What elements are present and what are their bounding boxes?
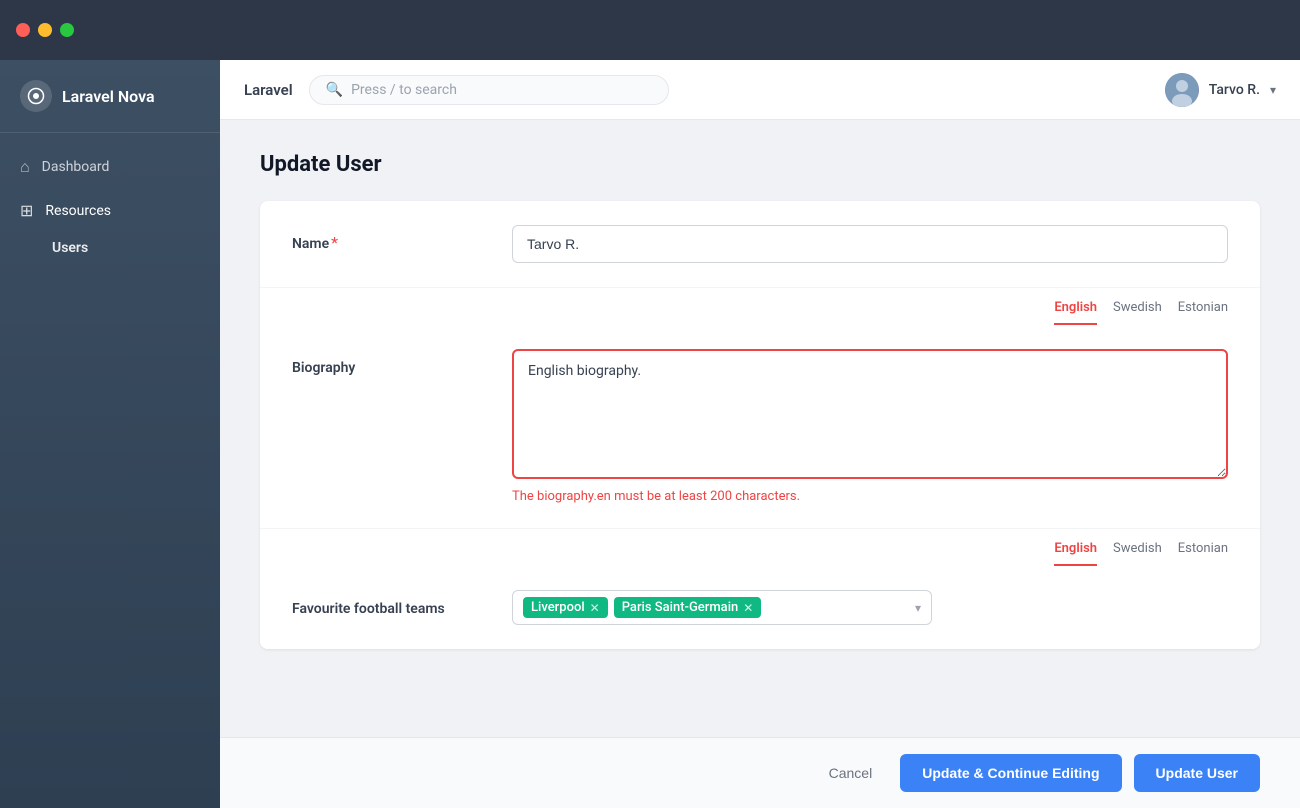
- bio-lang-tab-english[interactable]: English: [1054, 300, 1097, 325]
- app-name: Laravel: [244, 81, 293, 99]
- teams-lang-tab-swedish[interactable]: Swedish: [1113, 541, 1162, 566]
- content-area: Update User Name* English Swedish: [220, 120, 1300, 737]
- page-title: Update User: [260, 152, 1260, 177]
- teams-label: Favourite football teams: [292, 601, 445, 617]
- action-bar: Cancel Update & Continue Editing Update …: [220, 737, 1300, 808]
- cancel-button[interactable]: Cancel: [813, 755, 889, 791]
- teams-field-col: Liverpool ✕ Paris Saint-Germain ✕ ▾: [512, 590, 1228, 625]
- sidebar-logo[interactable]: Laravel Nova: [0, 60, 220, 133]
- minimize-button[interactable]: [38, 23, 52, 37]
- maximize-button[interactable]: [60, 23, 74, 37]
- logo-text: Laravel Nova: [62, 87, 155, 106]
- update-button[interactable]: Update User: [1134, 754, 1260, 792]
- biography-textarea[interactable]: English biography.: [512, 349, 1228, 479]
- sidebar-item-users[interactable]: Users: [52, 232, 220, 264]
- search-bar[interactable]: 🔍 Press / to search: [309, 75, 669, 105]
- search-placeholder: Press / to search: [351, 82, 457, 98]
- tag-psg-label: Paris Saint-Germain: [622, 600, 739, 615]
- name-input[interactable]: [512, 225, 1228, 263]
- sidebar-item-label-dashboard: Dashboard: [42, 159, 110, 175]
- tags-dropdown-icon[interactable]: ▾: [915, 601, 921, 615]
- grid-icon: ⊞: [20, 201, 33, 220]
- biography-error: The biography.en must be at least 200 ch…: [512, 489, 1228, 504]
- form-row-teams: Favourite football teams Liverpool ✕ Par…: [260, 566, 1260, 649]
- form-card: Name* English Swedish Estonian: [260, 201, 1260, 649]
- chevron-down-icon: ▾: [1270, 83, 1276, 97]
- sidebar-item-label-resources: Resources: [45, 203, 111, 219]
- name-required: *: [331, 233, 338, 252]
- form-row-name: Name*: [260, 201, 1260, 288]
- teams-lang-tab-estonian[interactable]: Estonian: [1178, 541, 1228, 566]
- sidebar-item-dashboard[interactable]: ⌂ Dashboard: [0, 145, 220, 189]
- app-container: Laravel Nova ⌂ Dashboard ⊞ Resources Use…: [0, 60, 1300, 808]
- tag-liverpool: Liverpool ✕: [523, 597, 608, 618]
- sidebar-sub-nav: Users: [0, 232, 220, 264]
- form-row-biography: Biography English biography. The biograp…: [260, 325, 1260, 529]
- traffic-lights: [16, 23, 74, 37]
- teams-input[interactable]: Liverpool ✕ Paris Saint-Germain ✕ ▾: [512, 590, 932, 625]
- name-field-col: [512, 225, 1228, 263]
- tag-liverpool-remove[interactable]: ✕: [590, 602, 600, 614]
- name-label: Name: [292, 236, 329, 252]
- bio-lang-tab-estonian[interactable]: Estonian: [1178, 300, 1228, 325]
- sidebar-nav: ⌂ Dashboard ⊞ Resources Users: [0, 133, 220, 276]
- tag-psg-remove[interactable]: ✕: [743, 602, 753, 614]
- teams-lang-tab-english[interactable]: English: [1054, 541, 1097, 566]
- sidebar: Laravel Nova ⌂ Dashboard ⊞ Resources Use…: [0, 60, 220, 808]
- update-continue-button[interactable]: Update & Continue Editing: [900, 754, 1121, 792]
- sidebar-sub-item-label-users: Users: [52, 240, 88, 256]
- biography-field-col: English biography. The biography.en must…: [512, 349, 1228, 504]
- biography-lang-tabs: English Swedish Estonian: [260, 288, 1260, 325]
- topbar: Laravel 🔍 Press / to search Tarvo R. ▾: [220, 60, 1300, 120]
- tag-liverpool-label: Liverpool: [531, 600, 585, 615]
- teams-lang-tabs: English Swedish Estonian: [260, 529, 1260, 566]
- search-icon: 🔍: [326, 82, 343, 98]
- biography-label: Biography: [292, 360, 355, 376]
- sidebar-item-resources[interactable]: ⊞ Resources: [0, 189, 220, 232]
- tag-psg: Paris Saint-Germain ✕: [614, 597, 762, 618]
- biography-section: English Swedish Estonian Biography Engli…: [260, 288, 1260, 529]
- avatar: [1165, 73, 1199, 107]
- teams-label-col: Favourite football teams: [292, 590, 512, 617]
- titlebar: [0, 0, 1300, 60]
- main-content: Laravel 🔍 Press / to search Tarvo R. ▾: [220, 60, 1300, 808]
- user-menu[interactable]: Tarvo R. ▾: [1165, 73, 1276, 107]
- home-icon: ⌂: [20, 157, 30, 177]
- logo-icon: [20, 80, 52, 112]
- teams-section: English Swedish Estonian Favourite footb…: [260, 529, 1260, 649]
- bio-lang-tab-swedish[interactable]: Swedish: [1113, 300, 1162, 325]
- user-name: Tarvo R.: [1209, 82, 1260, 98]
- close-button[interactable]: [16, 23, 30, 37]
- name-label-col: Name*: [292, 225, 512, 252]
- biography-label-col: Biography: [292, 349, 512, 376]
